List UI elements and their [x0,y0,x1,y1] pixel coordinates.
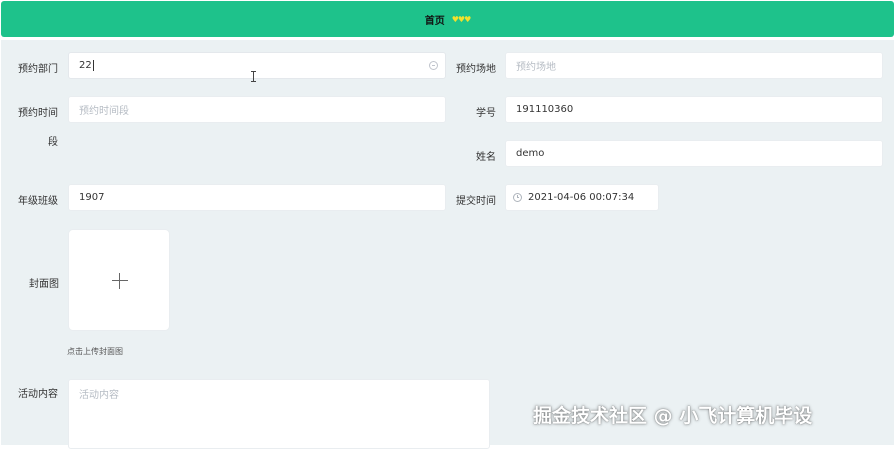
venue-placeholder: 预约场地 [516,62,556,73]
submit-time-label: 提交时间 [456,196,496,207]
watermark: 掘金技术社区 @ 小飞计算机毕设 [533,405,813,427]
class-input[interactable]: 1907 [68,184,446,211]
venue-input[interactable]: 预约场地 [505,52,883,79]
form-panel: 预约部门 22 预约场地 预约场地 预约时间 段 预约时间段 学号 191110… [1,40,894,449]
timeslot-placeholder: 预约时间段 [79,106,129,117]
submit-time-value: 2021-04-06 00:07:34 [528,192,635,203]
upload-tip: 点击上传封面图 [67,347,123,356]
text-cursor-icon [250,71,257,82]
student-no-label: 学号 [476,108,496,119]
venue-label: 预约场地 [456,64,496,75]
content-textarea[interactable]: 活动内容 [68,379,490,449]
dept-label: 预约部门 [18,64,58,75]
content-placeholder: 活动内容 [79,390,119,401]
content-label: 活动内容 [18,389,58,400]
submit-time-input[interactable]: 2021-04-06 00:07:34 [505,184,659,211]
breadcrumb-home[interactable]: 首页 [425,12,445,27]
cover-label: 封面图 [29,279,59,290]
class-label: 年级班级 [18,196,58,207]
top-nav-bar: 首页 ♥♥♥ [1,1,894,37]
timeslot-label: 预约时间 [18,108,58,119]
text-caret [92,60,94,71]
name-value: demo [516,148,545,159]
name-input[interactable]: demo [505,140,883,167]
class-value: 1907 [79,192,105,203]
clock-icon [513,193,522,202]
heart-icon: ♥♥♥ [451,14,471,24]
timeslot-label-cont: 段 [48,137,58,148]
name-label: 姓名 [476,152,496,163]
student-no-value: 191110360 [516,104,574,115]
dept-input[interactable]: 22 [68,52,446,79]
cover-upload-area[interactable] [68,229,170,331]
student-no-input[interactable]: 191110360 [505,96,883,123]
timeslot-input[interactable]: 预约时间段 [68,96,446,123]
clear-icon[interactable] [429,61,438,70]
dept-value: 22 [79,60,92,71]
